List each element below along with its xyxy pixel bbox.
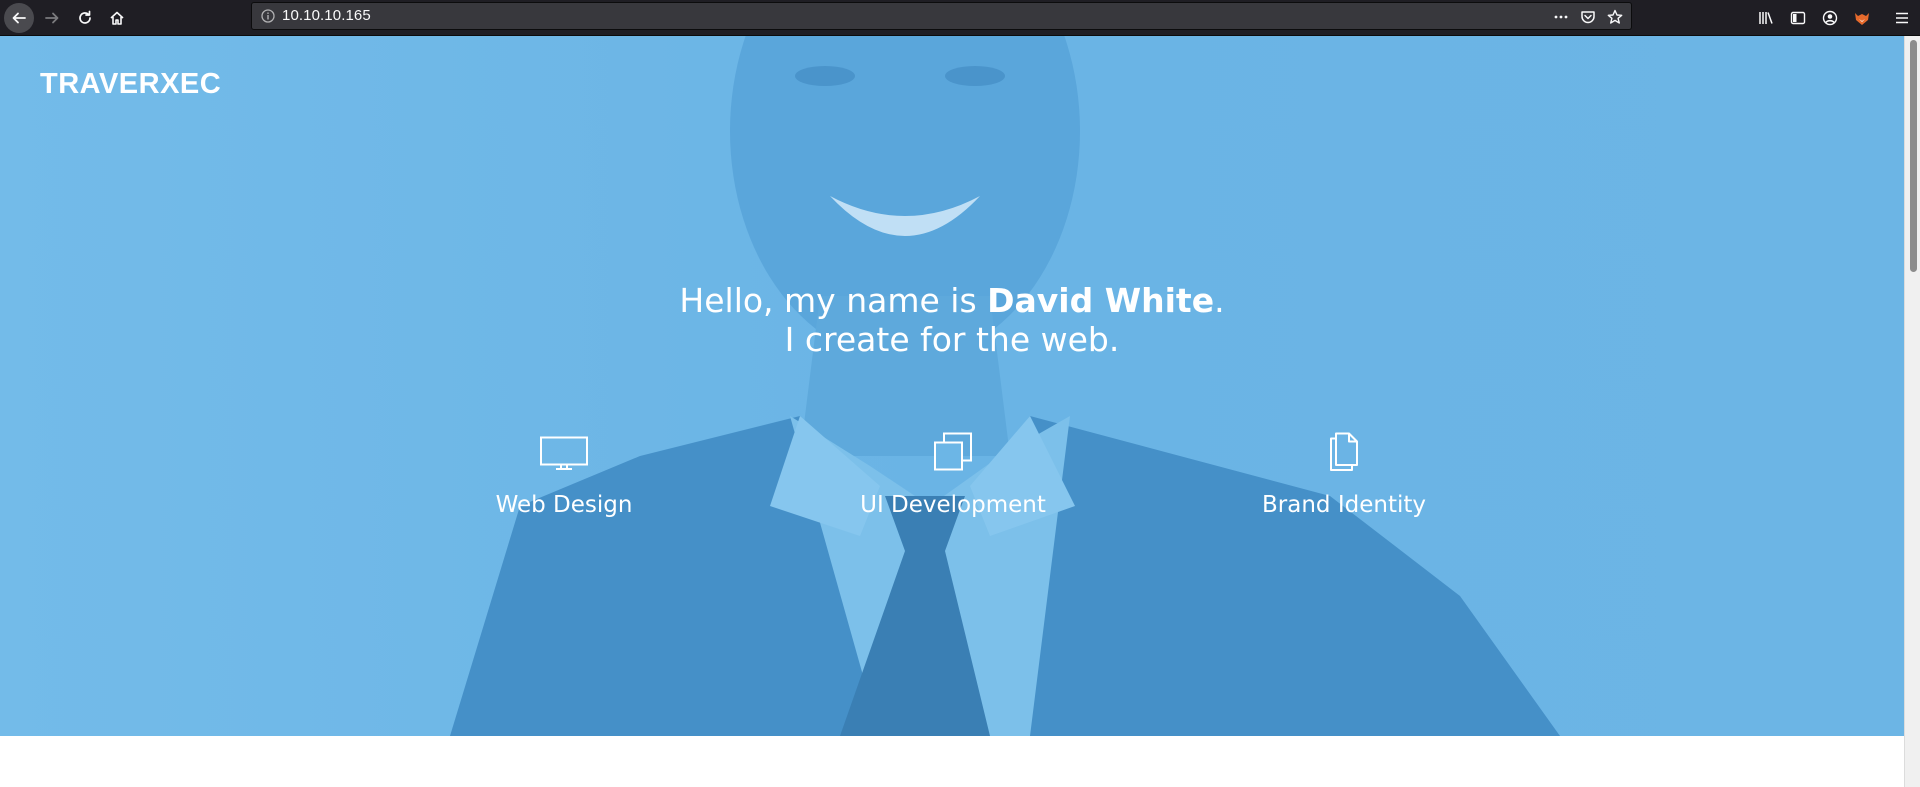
headline-name: David White	[987, 281, 1215, 320]
documents-icon	[1330, 432, 1358, 471]
sidebar-button[interactable]	[1785, 5, 1811, 31]
address-bar[interactable]: 10.10.10.165	[251, 2, 1632, 30]
account-icon	[1822, 10, 1838, 26]
hero-section: TRAVERXEC Hello, my name is David White.…	[0, 36, 1904, 736]
headline-line-2: I create for the web.	[784, 320, 1120, 359]
extension-fox-icon	[1855, 13, 1869, 25]
headline-prefix: Hello, my name is	[679, 281, 988, 320]
service-label: Brand Identity	[1262, 492, 1426, 518]
monitor-icon	[540, 436, 588, 470]
hero-background-photo	[0, 36, 1904, 736]
url-text[interactable]: 10.10.10.165	[282, 7, 371, 24]
home-button[interactable]	[102, 3, 132, 33]
bookmark-star-button[interactable]	[1605, 7, 1625, 27]
headline-line-1: Hello, my name is David White.	[0, 281, 1904, 320]
account-button[interactable]	[1817, 5, 1843, 31]
extension-button[interactable]	[1849, 5, 1875, 31]
service-ui-development: UI Development	[823, 432, 1083, 518]
pocket-button[interactable]	[1578, 7, 1598, 27]
library-icon	[1759, 12, 1773, 24]
hero-headline: Hello, my name is David White. I create …	[0, 281, 1904, 359]
sidebar-icon	[1790, 11, 1806, 25]
page-actions-icon	[1554, 15, 1568, 19]
back-arrow-icon	[12, 12, 26, 24]
forward-button[interactable]	[37, 3, 67, 33]
service-label: Web Design	[495, 492, 633, 518]
service-web-design: Web Design	[434, 432, 694, 518]
info-icon[interactable]	[260, 8, 276, 24]
page-viewport: TRAVERXEC Hello, my name is David White.…	[0, 36, 1904, 787]
reload-button[interactable]	[70, 3, 100, 33]
home-icon	[110, 11, 124, 25]
site-logo[interactable]: TRAVERXEC	[40, 68, 221, 101]
forward-arrow-icon	[45, 12, 59, 24]
bookmark-star-icon	[1607, 9, 1623, 24]
scrollbar-thumb[interactable]	[1910, 40, 1917, 272]
back-button[interactable]	[4, 3, 34, 33]
reload-icon	[79, 10, 91, 24]
service-brand-identity: Brand Identity	[1214, 432, 1474, 518]
service-label: UI Development	[860, 492, 1046, 518]
page-scrollbar[interactable]	[1904, 36, 1920, 787]
menu-button[interactable]	[1889, 5, 1915, 31]
headline-suffix: .	[1214, 281, 1225, 320]
stacked-windows-icon	[934, 432, 972, 471]
page-actions-button[interactable]	[1551, 7, 1571, 27]
menu-icon	[1896, 12, 1908, 24]
browser-toolbar: 10.10.10.165	[0, 0, 1920, 36]
pocket-icon	[1581, 11, 1595, 24]
library-button[interactable]	[1753, 5, 1779, 31]
